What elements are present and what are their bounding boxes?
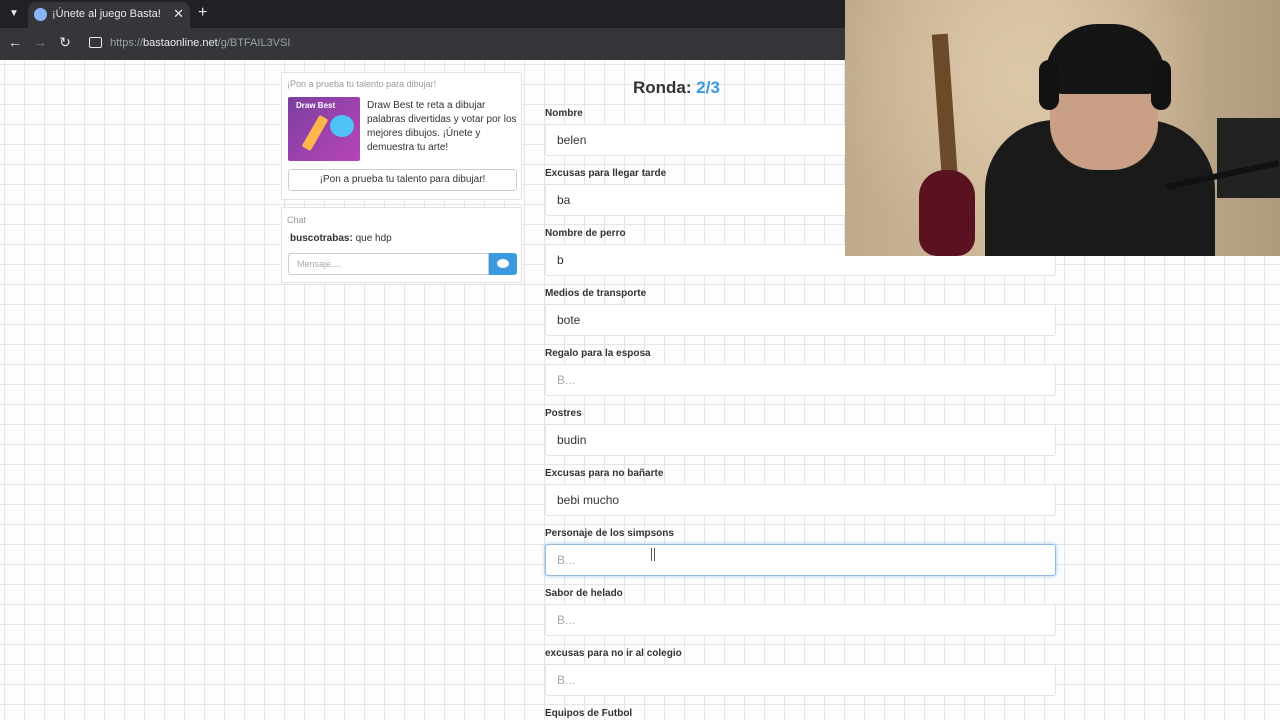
tab-close-icon[interactable]: ✕ [173, 6, 184, 22]
category-label: Postres [545, 408, 582, 419]
draw-best-image[interactable]: Draw Best [288, 97, 360, 161]
url-path: /g/BTFAIL3VSI [217, 37, 291, 49]
category-input[interactable] [545, 484, 1056, 516]
ad-description: Draw Best te reta a dibujar palabras div… [367, 100, 517, 153]
headset-left [1039, 60, 1059, 110]
category-label: Excusas para llegar tarde [545, 168, 667, 179]
category-input[interactable] [545, 664, 1056, 696]
category-label: Equipos de Futbol [545, 708, 633, 719]
chat-send-button[interactable] [489, 253, 517, 275]
new-tab-icon[interactable]: + [198, 4, 207, 22]
chat-message: buscotrabas: que hdp [290, 233, 392, 244]
category-input[interactable] [545, 424, 1056, 456]
round-label: Ronda: [633, 78, 697, 97]
ad-cta-button[interactable]: ¡Pon a prueba tu talento para dibujar! [288, 169, 517, 191]
studio-equipment [1217, 118, 1280, 198]
pencil-icon [301, 114, 329, 152]
address-bar[interactable]: https://bastaonline.net/g/BTFAIL3VSI [110, 37, 290, 49]
category-label: Nombre [545, 108, 583, 119]
category-label: Medios de transporte [545, 288, 647, 299]
chat-text: que hdp [352, 233, 392, 244]
webcam-overlay [845, 0, 1280, 256]
chat-header: Chat [287, 215, 307, 225]
headset-right [1151, 60, 1171, 110]
category-input[interactable] [545, 364, 1056, 396]
round-value: 2/3 [696, 78, 720, 97]
category-input-focused[interactable] [545, 544, 1056, 576]
ad-image-title: Draw Best [296, 101, 336, 110]
url-host: bastaonline.net [143, 37, 218, 49]
badge-icon [330, 115, 354, 137]
favicon-icon [34, 8, 47, 21]
category-input[interactable] [545, 304, 1056, 336]
tab-search-icon[interactable]: ▼ [6, 6, 22, 22]
category-label: Personaje de los simpsons [545, 528, 674, 539]
browser-tab[interactable]: ¡Únete al juego Basta! ✕ [28, 2, 190, 28]
forward-arrow-icon[interactable]: → [31, 34, 49, 50]
category-label: Excusas para no bañarte [545, 468, 664, 479]
category-label: Sabor de helado [545, 588, 623, 599]
category-input[interactable] [545, 604, 1056, 636]
text-cursor-icon [651, 548, 655, 561]
ad-panel: ¡Pon a prueba tu talento para dibujar! D… [281, 72, 522, 200]
chat-bubble-icon [497, 259, 509, 268]
back-arrow-icon[interactable]: ← [6, 34, 24, 50]
category-label: Regalo para la esposa [545, 348, 651, 359]
chat-message-input[interactable] [288, 253, 489, 275]
url-prefix: https:// [110, 37, 144, 49]
guitar-body [919, 170, 975, 256]
category-label: excusas para no ir al colegio [545, 648, 682, 659]
site-info-icon[interactable] [89, 37, 102, 48]
chat-user: buscotrabas: [290, 233, 353, 244]
ad-header: ¡Pon a prueba tu talento para dibujar! [287, 79, 437, 89]
round-indicator: Ronda: 2/3 [633, 78, 720, 98]
category-label: Nombre de perro [545, 228, 626, 239]
tab-title: ¡Únete al juego Basta! [52, 8, 161, 20]
chat-panel: Chat buscotrabas: que hdp [281, 207, 522, 283]
reload-icon[interactable]: ↻ [56, 34, 74, 51]
